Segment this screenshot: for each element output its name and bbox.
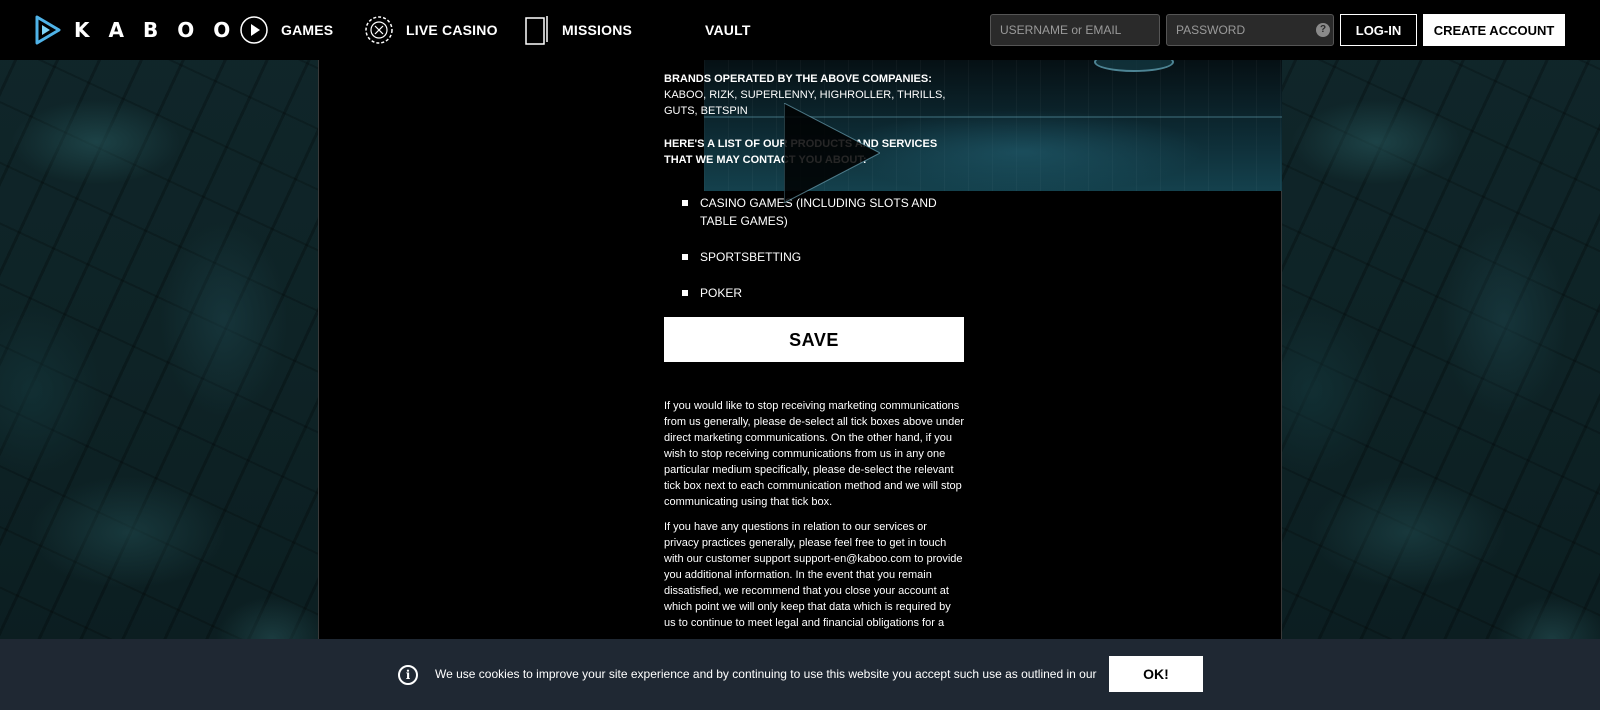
roulette-chip-icon [365,16,393,44]
nav-missions[interactable]: MISSIONS [525,14,632,46]
nav-live-casino-label: LIVE CASINO [406,22,498,38]
save-button[interactable]: SAVE [664,317,964,362]
play-icon[interactable] [784,103,880,203]
info-icon: i [398,665,418,685]
service-label: SPORTSBETTING [700,250,802,264]
login-button[interactable]: LOG-IN [1340,14,1417,46]
cookie-ok-button[interactable]: OK! [1109,656,1203,692]
username-input[interactable] [990,14,1160,46]
support-paragraph: If you have any questions in relation to… [664,521,963,629]
bullet-square-icon [682,254,688,260]
background-rock-left [0,0,320,710]
mission-card-icon [525,15,549,45]
list-item: POKER [664,284,964,302]
nav-games[interactable]: GAMES [240,14,333,46]
background-rock-right [1280,0,1600,710]
marketing-optout-paragraph: If you would like to stop receiving mark… [664,400,965,508]
nav-missions-label: MISSIONS [562,22,633,38]
play-circle-icon [240,16,268,44]
kaboo-logo[interactable]: KABOO [34,15,249,45]
service-label: POKER [700,286,743,300]
cookie-message: We use cookies to improve your site expe… [435,667,1097,681]
nav-games-label: GAMES [281,22,334,38]
create-account-button[interactable]: CREATE ACCOUNT [1423,14,1565,46]
help-icon[interactable]: ? [1316,23,1330,37]
list-item: SPORTSBETTING [664,248,964,266]
bullet-square-icon [682,200,688,206]
bullet-square-icon [682,290,688,296]
logo-text: KABOO [74,18,250,42]
cookie-consent-bar: i We use cookies to improve your site ex… [0,639,1600,710]
logo-play-icon [35,15,61,45]
nav-vault[interactable]: VAULT [705,14,751,46]
nav-live-casino[interactable]: LIVE CASINO [365,14,498,46]
brands-heading: BRANDS OPERATED BY THE ABOVE COMPANIES: [664,73,932,85]
nav-vault-label: VAULT [705,22,751,38]
video-scene-object [1094,60,1174,72]
top-navigation-bar: KABOO GAMES LIVE CASINO MISSIONS VAULT ?… [0,0,1600,60]
services-list: CASINO GAMES (INCLUDING SLOTS AND TABLE … [664,194,964,302]
password-input[interactable] [1166,14,1334,46]
